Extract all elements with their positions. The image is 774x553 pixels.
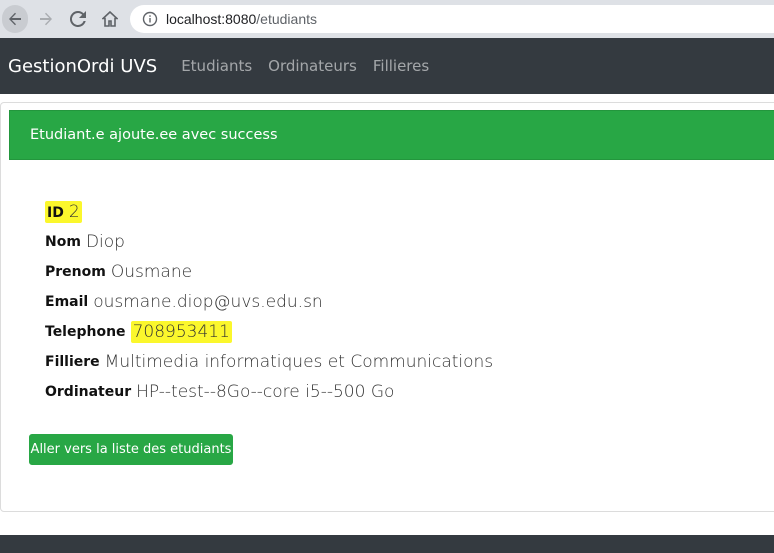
brand-logo[interactable]: GestionOrdi UVS (8, 56, 157, 77)
detail-row-telephone: Telephone 708953411 (45, 317, 493, 347)
telephone-label: Telephone (45, 324, 126, 340)
home-icon (102, 11, 118, 27)
success-alert: Etudiant.e ajoute.ee avec success (9, 110, 774, 160)
detail-row-filliere: Filliere Multimedia informatiques et Com… (45, 347, 493, 377)
student-details: ID 2 Nom Diop Prenom Ousmane Email ousman… (45, 197, 493, 407)
url-host: localhost:8080 (166, 11, 257, 27)
forward-button[interactable] (32, 5, 60, 33)
back-button[interactable] (2, 5, 28, 33)
nom-value: Diop (85, 232, 125, 252)
nav-link-ordinateurs[interactable]: Ordinateurs (268, 57, 357, 75)
filliere-value: Multimedia informatiques et Communicatio… (104, 352, 494, 372)
detail-row-prenom: Prenom Ousmane (45, 257, 493, 287)
url-path: /etudiants (256, 11, 318, 27)
prenom-value: Ousmane (110, 262, 193, 282)
browser-toolbar: localhost:8080/etudiants (0, 0, 774, 38)
detail-row-email: Email ousmane.diop@uvs.edu.sn (45, 287, 493, 317)
page-footer (0, 535, 774, 553)
ordinateur-label: Ordinateur (45, 384, 132, 400)
nav-link-fillieres[interactable]: Fillieres (373, 57, 429, 75)
detail-row-nom: Nom Diop (45, 227, 493, 257)
arrow-right-icon (40, 12, 52, 26)
alert-message: Etudiant.e ajoute.ee avec success (30, 127, 278, 143)
detail-row-ordinateur: Ordinateur HP--test--8Go--core i5--500 G… (45, 377, 493, 407)
home-button[interactable] (96, 5, 124, 33)
reload-icon (70, 11, 86, 27)
nav-link-etudiants[interactable]: Etudiants (181, 57, 252, 75)
telephone-value: 708953411 (130, 321, 232, 343)
app-navbar: GestionOrdi UVS Etudiants Ordinateurs Fi… (0, 38, 774, 94)
address-bar[interactable]: localhost:8080/etudiants (130, 5, 774, 33)
reload-button[interactable] (64, 5, 92, 33)
id-value: 2 (68, 202, 80, 222)
info-icon[interactable] (142, 11, 158, 27)
email-value: ousmane.diop@uvs.edu.sn (93, 292, 323, 312)
ordinateur-value: HP--test--8Go--core i5--500 Go (136, 382, 395, 402)
url-text[interactable]: localhost:8080/etudiants (166, 11, 317, 27)
filliere-label: Filliere (45, 354, 100, 370)
detail-row-id: ID 2 (45, 197, 493, 227)
nom-label: Nom (45, 234, 81, 250)
highlight-id: ID 2 (45, 201, 82, 223)
arrow-left-icon (9, 12, 21, 26)
prenom-label: Prenom (45, 264, 106, 280)
student-list-button[interactable]: Aller vers la liste des etudiants (29, 434, 233, 465)
email-label: Email (45, 294, 89, 310)
id-label: ID (47, 205, 64, 221)
